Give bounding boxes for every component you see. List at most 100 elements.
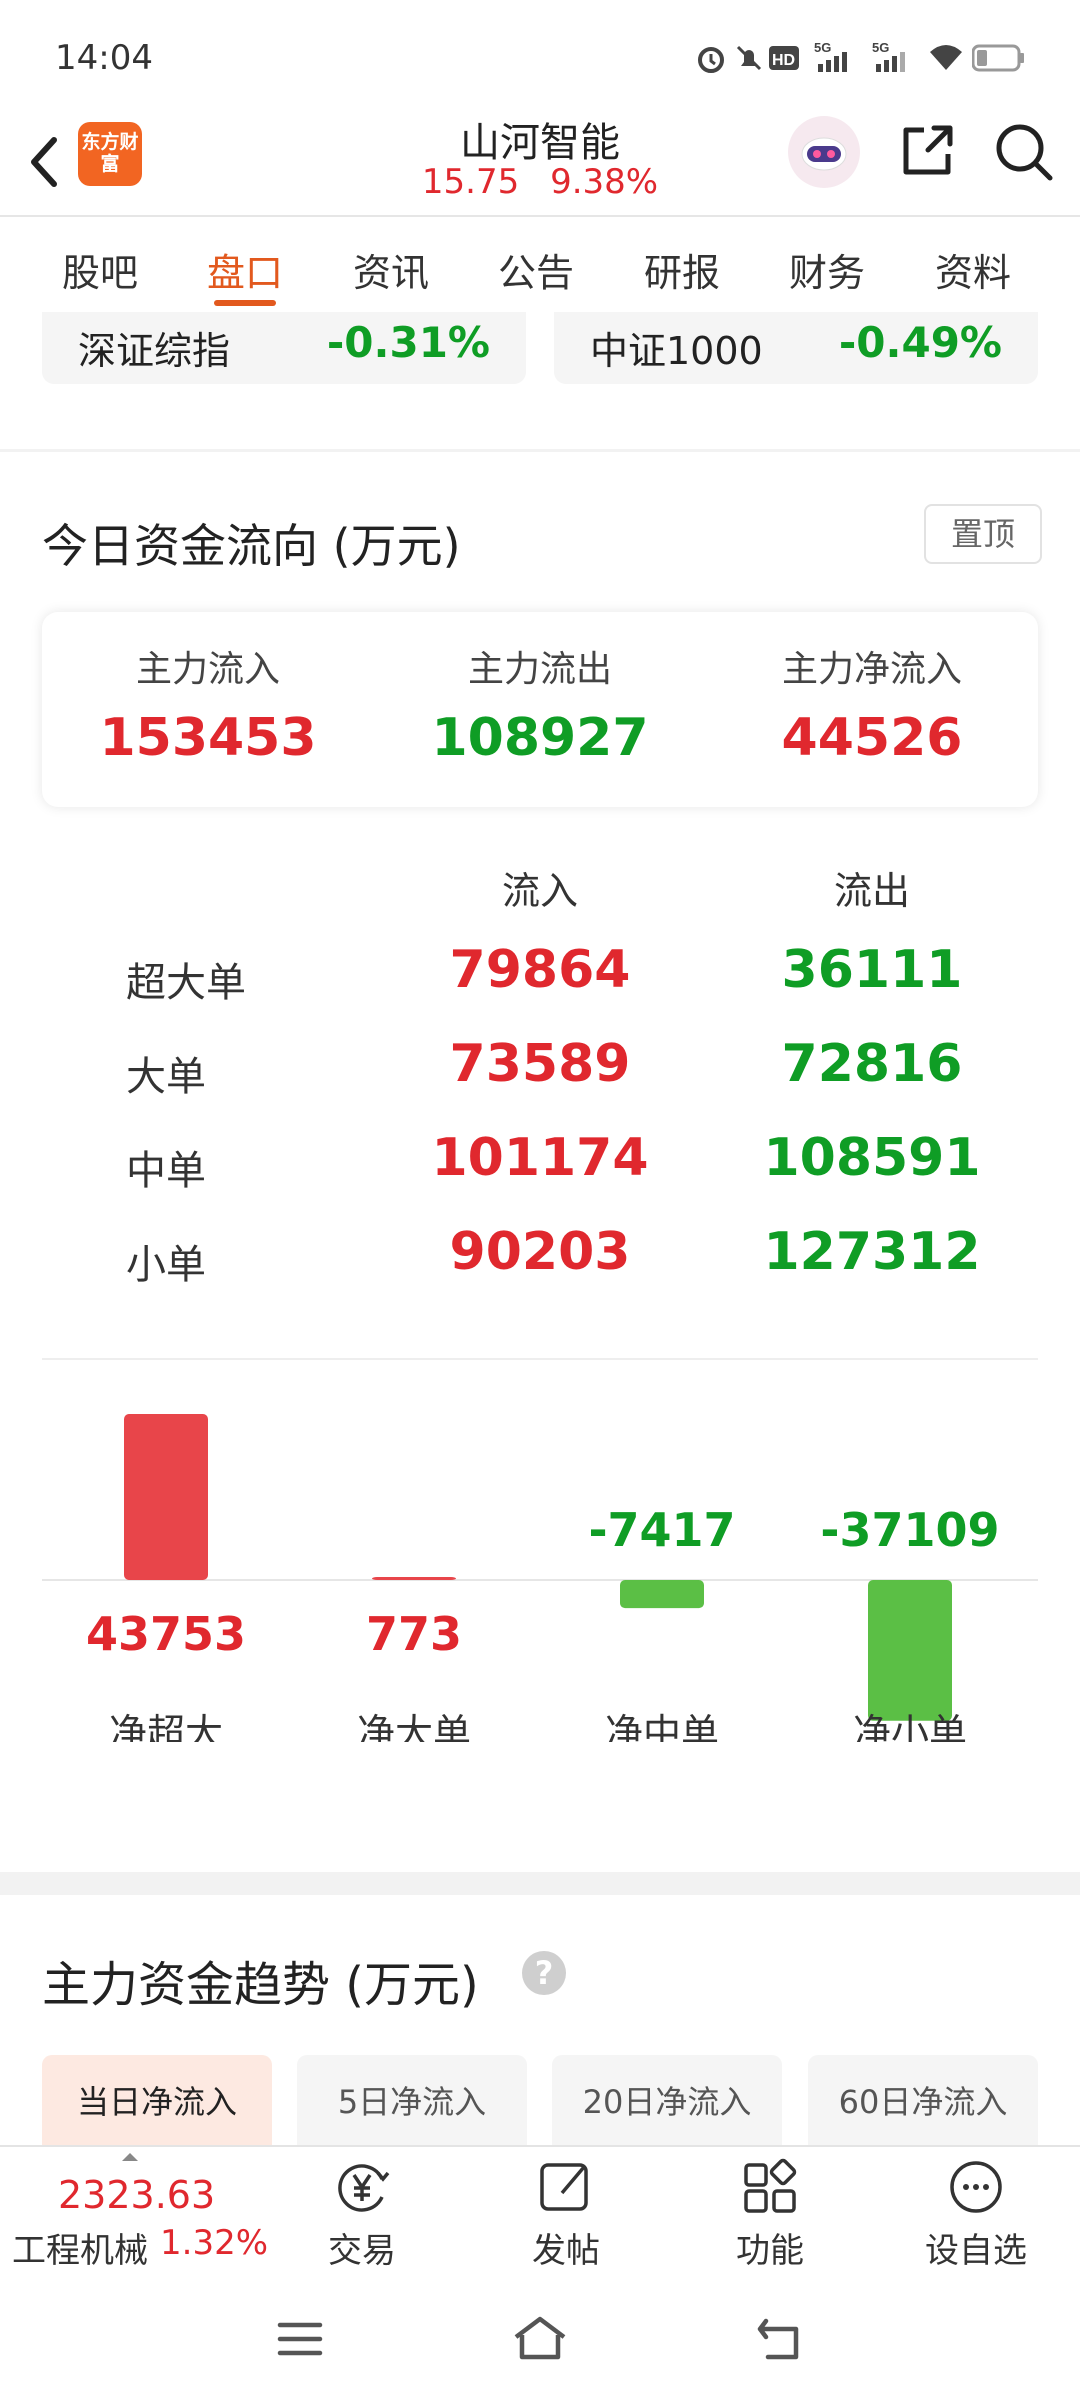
table-row-label: 超大单 (126, 960, 246, 1006)
summary-label: 主力流入 (135, 649, 280, 690)
summary-main-outflow: 主力流出 108927 (374, 640, 706, 768)
trade-yen-icon (338, 2164, 390, 2212)
post-button[interactable]: 发帖 (496, 2157, 636, 2272)
trade-label: 交易 (328, 2231, 396, 2271)
trend-tab-60d[interactable]: 60日净流入 (808, 2055, 1038, 2155)
share-icon[interactable] (898, 120, 958, 180)
bar-value-label: 773 (366, 1607, 462, 1661)
table-cell-inflow: 79864 (449, 940, 631, 1000)
index-card-zz1000[interactable]: 中证1000 -0.49% (554, 312, 1038, 384)
summary-value: 108927 (431, 708, 649, 768)
index-name: 深证综指 (78, 329, 231, 373)
tab-bar: 股吧 盘口 资讯 公告 研报 财务 资料 (0, 217, 1080, 314)
summary-main-inflow: 主力流入 153453 (42, 640, 374, 768)
tab-news[interactable]: 资讯 (353, 242, 429, 297)
stock-price: 15.75 (421, 162, 520, 202)
summary-value: 44526 (781, 708, 963, 768)
summary-label: 主力净流入 (781, 649, 962, 690)
bar-category-label: 净小单 (853, 1711, 967, 1742)
table-header-inflow: 流入 (501, 869, 578, 913)
bottom-toolbar: 2323.63 工程机械 1.32% 交易 发帖 功能 设自选 (0, 2145, 1080, 2277)
table-row-label: 小单 (126, 1242, 206, 1288)
search-icon[interactable] (992, 120, 1056, 184)
tab-announcements[interactable]: 公告 (498, 242, 574, 297)
active-tab-indicator (214, 300, 276, 306)
stock-change-pct: 9.38% (550, 162, 659, 202)
main-fund-trend-section: 主力资金趋势 (万元) ? 当日净流入 5日净流入 20日净流入 60日净流入 (0, 1895, 1080, 2155)
tab-profile[interactable]: 资料 (935, 242, 1011, 297)
bar-value-label: -7417 (588, 1503, 735, 1557)
divider (42, 1358, 1038, 1360)
tab-pankou[interactable]: 盘口 (207, 242, 283, 297)
svg-text:5G: 5G (814, 40, 831, 55)
back-nav-icon[interactable] (756, 2317, 804, 2361)
trend-tab-5d[interactable]: 5日净流入 (297, 2055, 527, 2155)
alarm-icon (698, 47, 724, 73)
bar-2 (372, 1577, 456, 1580)
add-watchlist-label: 设自选 (925, 2231, 1027, 2271)
add-watchlist-button[interactable]: 设自选 (906, 2157, 1046, 2272)
pin-top-button[interactable]: 置顶 (924, 504, 1042, 564)
tab-guba[interactable]: 股吧 (62, 242, 138, 297)
index-card-szzz[interactable]: 深证综指 -0.31% (42, 312, 526, 384)
bar-4 (868, 1580, 952, 1721)
bar-value-label: -37109 (820, 1503, 999, 1557)
table-cell-outflow: 36111 (781, 940, 963, 1000)
status-bar: 14:04 HD 5G 5G (0, 0, 1080, 110)
functions-button[interactable]: 功能 (700, 2157, 840, 2272)
index-name: 中证1000 (590, 329, 763, 373)
system-nav-bar (0, 2275, 1080, 2400)
trend-tab-20d[interactable]: 20日净流入 (552, 2055, 782, 2155)
section-title: 今日资金流向 (万元) (42, 519, 461, 573)
svg-text:HD: HD (772, 52, 795, 69)
main-flow-summary: 主力流入 153453 主力流出 108927 主力净流入 44526 (42, 612, 1038, 807)
trend-tab-today[interactable]: 当日净流入 (42, 2055, 272, 2155)
index-value: -0.31% (326, 318, 490, 367)
ai-robot-icon[interactable] (788, 116, 860, 188)
expand-caret-icon[interactable] (120, 2151, 140, 2163)
tab-research[interactable]: 研报 (644, 242, 720, 297)
hd-icon: HD (769, 46, 799, 70)
table-row-label: 大单 (126, 1054, 206, 1100)
sector-index-name[interactable]: 工程机械 (12, 2223, 148, 2272)
table-cell-outflow: 72816 (781, 1034, 963, 1094)
bar-value-label: 43753 (86, 1607, 246, 1661)
menu-icon[interactable] (276, 2319, 324, 2359)
help-icon[interactable]: ? (522, 1951, 566, 1995)
mute-bell-icon (736, 45, 762, 71)
section-title: 主力资金趋势 (万元) (42, 1957, 479, 2013)
wifi-icon (930, 45, 962, 70)
apps-grid-icon (744, 2158, 797, 2213)
bar-category-label: 净中单 (605, 1711, 719, 1742)
compose-icon (540, 2163, 588, 2211)
table-header-outflow: 流出 (833, 869, 910, 913)
more-dots-icon (950, 2161, 1002, 2213)
bar-3 (620, 1580, 704, 1609)
index-strip: 深证综指 -0.31% 中证1000 -0.49% (0, 312, 1080, 449)
trade-button[interactable]: 交易 (292, 2157, 432, 2272)
table-cell-inflow: 101174 (431, 1128, 649, 1188)
sector-index-price[interactable]: 2323.63 (58, 2173, 215, 2217)
table-row-label: 中单 (126, 1148, 206, 1194)
signal-5g-icon: 5G (814, 40, 847, 72)
sector-index-pct[interactable]: 1.32% (160, 2223, 268, 2263)
bar-1 (124, 1414, 208, 1580)
summary-value: 153453 (99, 708, 317, 768)
post-label: 发帖 (532, 2231, 600, 2271)
bar-category-label: 净大单 (357, 1711, 471, 1742)
bar-category-label: 净超大 (109, 1711, 223, 1742)
table-cell-inflow: 90203 (449, 1222, 631, 1282)
net-flow-bar-chart: 43753 净超大 773 净大单 -7417 净中单 -37109 净小单 (42, 1414, 1038, 1742)
fund-flow-section: 今日资金流向 (万元) 置顶 主力流入 153453 主力流出 108927 主… (0, 452, 1080, 1872)
status-time: 14:04 (55, 38, 153, 78)
functions-label: 功能 (736, 2231, 804, 2271)
battery-icon (972, 44, 1024, 72)
tab-finance[interactable]: 财务 (789, 242, 865, 297)
summary-main-net-inflow: 主力净流入 44526 (706, 640, 1038, 768)
table-cell-inflow: 73589 (449, 1034, 631, 1094)
signal-5g-icon: 5G (872, 40, 905, 72)
summary-label: 主力流出 (467, 649, 612, 690)
home-icon[interactable] (512, 2313, 568, 2361)
table-cell-outflow: 127312 (763, 1222, 981, 1282)
table-cell-outflow: 108591 (763, 1128, 981, 1188)
